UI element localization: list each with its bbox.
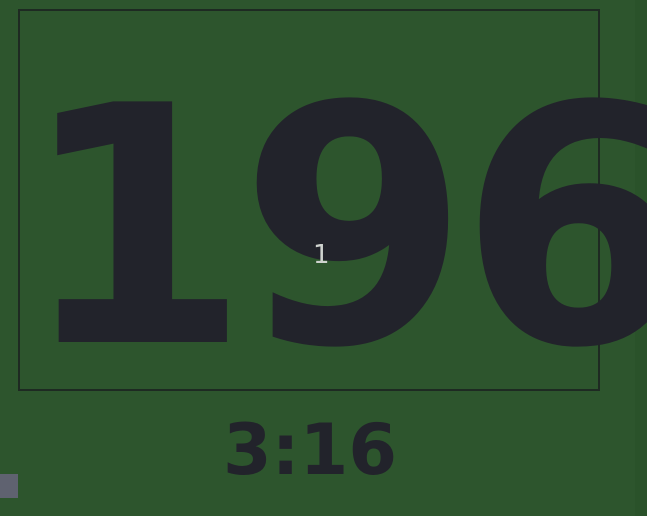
corner-drag-handle[interactable] — [0, 474, 18, 498]
sub-counter-label: 1 — [313, 240, 330, 270]
timer-readout: 3:16 — [222, 409, 398, 491]
main-display-panel: 196 — [18, 9, 647, 420]
main-counter-value: 196 — [20, 36, 647, 420]
